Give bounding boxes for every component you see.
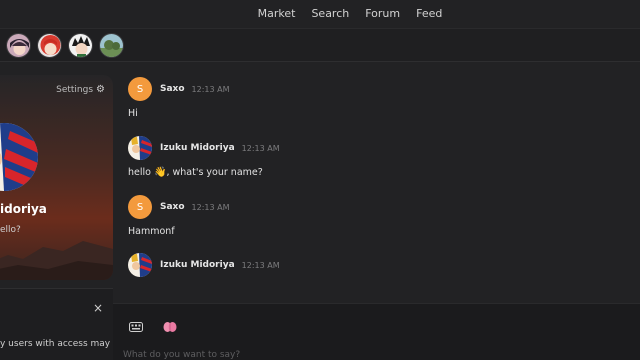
avatar-dark-hair-icon[interactable] <box>6 32 31 58</box>
avatar-spiky-hair-icon[interactable] <box>68 32 93 58</box>
nav-market-link[interactable]: Market <box>250 7 304 20</box>
message-item: S Saxo 12:13 AM Hi <box>128 77 230 119</box>
top-navigation: Market Search Forum Feed <box>0 0 640 26</box>
message-item: Izuku Midoriya 12:13 AM <box>128 253 280 284</box>
chat-app: Market Search Forum Feed Settings ⚙ idor… <box>0 0 640 360</box>
message-author[interactable]: Izuku Midoriya <box>160 143 235 153</box>
message-author[interactable]: Saxo <box>160 202 185 212</box>
waving-hand-icon: 👋 <box>154 167 167 178</box>
message-text: Hammonf <box>128 226 175 237</box>
message-text: Hi <box>128 108 138 119</box>
message-time: 12:13 AM <box>191 202 230 212</box>
character-avatar-small[interactable] <box>128 253 152 277</box>
brain-icon[interactable] <box>159 316 181 338</box>
character-avatar-strip <box>0 28 640 62</box>
message-input[interactable]: What do you want to say? <box>123 350 240 360</box>
gear-icon: ⚙ <box>96 84 105 95</box>
character-avatar <box>0 123 38 191</box>
avatar-red-hair-icon[interactable] <box>37 32 62 58</box>
message-time: 12:13 AM <box>241 260 280 270</box>
close-icon[interactable]: × <box>93 301 103 315</box>
nav-search-link[interactable]: Search <box>303 7 357 20</box>
message-author[interactable]: Saxo <box>160 84 185 94</box>
nav-feed-link[interactable]: Feed <box>408 7 450 20</box>
mountain-backdrop <box>0 241 113 280</box>
message-text: hello 👋, what's your name? <box>128 167 263 178</box>
user-avatar[interactable]: S <box>128 195 152 219</box>
settings-label: Settings <box>56 84 94 95</box>
message-item: Izuku Midoriya 12:13 AM hello 👋, what's … <box>128 136 280 178</box>
message-author[interactable]: Izuku Midoriya <box>160 260 235 270</box>
message-item: S Saxo 12:13 AM Hammonf <box>128 195 230 237</box>
keyboard-icon[interactable] <box>125 316 147 338</box>
character-name: idoriya <box>0 202 47 216</box>
message-list[interactable]: S Saxo 12:13 AM Hi Izuku Midoriya 12:13 … <box>115 63 640 303</box>
message-composer: What do you want to say? <box>113 303 640 360</box>
message-time: 12:13 AM <box>191 84 230 94</box>
message-time: 12:13 AM <box>241 143 280 153</box>
access-notice-text: y users with access may <box>0 339 111 349</box>
access-notice-panel: × y users with access may <box>0 288 113 360</box>
character-greeting: ello? <box>0 225 21 235</box>
avatar-landscape-icon[interactable] <box>99 32 124 58</box>
character-profile-card: Settings ⚙ idoriya ello? <box>0 75 113 280</box>
user-avatar[interactable]: S <box>128 77 152 101</box>
settings-button[interactable]: Settings ⚙ <box>56 84 105 95</box>
nav-forum-link[interactable]: Forum <box>357 7 408 20</box>
character-avatar-small[interactable] <box>128 136 152 160</box>
